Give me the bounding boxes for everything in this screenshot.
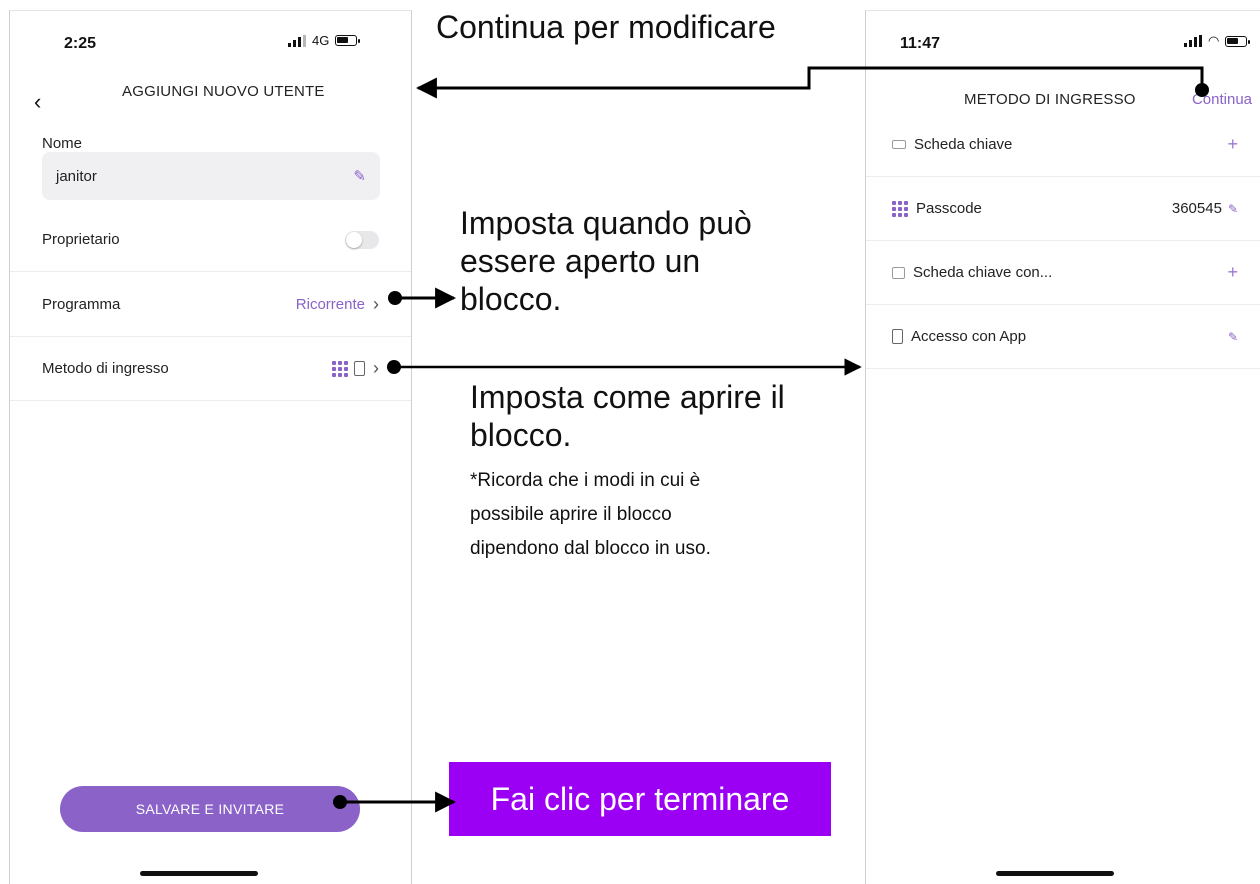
wifi-icon: ◠ <box>1208 33 1220 48</box>
keypad-icon <box>332 360 348 377</box>
save-and-invite-button[interactable]: SALVARE E INVITARE <box>60 786 360 832</box>
entry-note-text: *Ricorda che i modi in cui è possibile a… <box>470 464 711 566</box>
entry-note-line: *Ricorda che i modi in cui è <box>470 470 701 491</box>
continue-button[interactable]: Continua <box>1192 91 1252 108</box>
entry-hint-line: blocco. <box>470 417 572 453</box>
method-row-passcode[interactable]: Passcode 360545 ✎ <box>866 177 1260 241</box>
finish-hint-box: Fai clic per terminare <box>449 762 831 836</box>
chevron-right-icon: › <box>373 358 379 378</box>
keypad-icon <box>892 200 908 217</box>
right-phone-screen: 11:47 ◠ METODO DI INGRESSO Continua Sche… <box>865 10 1260 884</box>
status-time: 11:47 <box>900 35 941 52</box>
entry-method-label: Metodo di ingresso <box>42 360 169 377</box>
entry-hint-line: Imposta come aprire il <box>470 379 785 415</box>
page-title: AGGIUNGI NUOVO UTENTE <box>122 83 325 100</box>
method-label: Passcode <box>916 200 982 217</box>
method-label: Scheda chiave con... <box>913 264 1053 281</box>
network-label: 4G <box>312 33 330 48</box>
battery-icon <box>1225 35 1251 47</box>
add-icon[interactable]: + <box>1227 262 1238 283</box>
schedule-hint-line: blocco. <box>460 281 562 317</box>
method-row-app-access[interactable]: Accesso con App ✎ <box>866 305 1260 369</box>
edit-pencil-icon[interactable]: ✎ <box>1228 202 1238 216</box>
passcode-value: 360545 <box>1171 200 1222 217</box>
phone-app-icon <box>892 329 903 344</box>
status-indicators: 4G <box>288 33 361 48</box>
method-label: Accesso con App <box>911 328 1027 345</box>
entry-note-line: possibile aprire il blocco <box>470 504 672 525</box>
home-indicator <box>140 871 258 876</box>
method-row-key-card-keypad[interactable]: Scheda chiave con... + <box>866 241 1260 305</box>
name-value[interactable]: janitor <box>56 168 97 185</box>
owner-label: Proprietario <box>42 231 120 248</box>
schedule-hint-text: Imposta quando può essere aperto un bloc… <box>460 204 752 318</box>
entry-method-row[interactable]: Metodo di ingresso › <box>10 337 411 401</box>
owner-toggle[interactable] <box>345 230 379 249</box>
signal-icon <box>1184 35 1202 47</box>
edit-pencil-icon[interactable]: ✎ <box>353 167 366 185</box>
page-title: METODO DI INGRESSO <box>964 91 1136 108</box>
status-time: 2:25 <box>64 35 97 52</box>
back-chevron-icon[interactable]: ‹ <box>34 89 41 115</box>
key-card-icon <box>892 140 906 149</box>
entry-note-line: dipendono dal blocco in uso. <box>470 538 711 559</box>
owner-row: Proprietario <box>10 208 411 272</box>
schedule-label: Programma <box>42 296 121 313</box>
battery-icon <box>335 35 361 46</box>
schedule-hint-line: essere aperto un <box>460 243 701 279</box>
method-row-key-card[interactable]: Scheda chiave + <box>866 113 1260 177</box>
left-phone-screen: 2:25 4G ‹ AGGIUNGI NUOVO UTENTE Nome jan… <box>9 10 412 884</box>
method-label: Scheda chiave <box>914 136 1013 153</box>
signal-icon <box>288 34 306 47</box>
schedule-row[interactable]: Programma Ricorrente › <box>10 273 411 337</box>
schedule-hint-line: Imposta quando può <box>460 205 752 241</box>
edit-hint-text: Continua per modificare <box>436 9 776 45</box>
entry-method-arrow <box>387 358 862 376</box>
name-label: Nome <box>42 135 83 152</box>
schedule-value: Ricorrente <box>295 296 365 313</box>
chevron-right-icon: › <box>373 294 379 314</box>
entry-hint-text: Imposta come aprire il blocco. <box>470 378 785 454</box>
phone-app-icon <box>354 361 365 376</box>
edit-pencil-icon[interactable]: ✎ <box>1228 330 1238 344</box>
status-indicators: ◠ <box>1184 33 1251 49</box>
key-card-keypad-icon <box>892 266 905 279</box>
home-indicator <box>996 871 1114 876</box>
add-icon[interactable]: + <box>1227 134 1238 155</box>
name-field[interactable]: janitor ✎ <box>42 152 380 200</box>
